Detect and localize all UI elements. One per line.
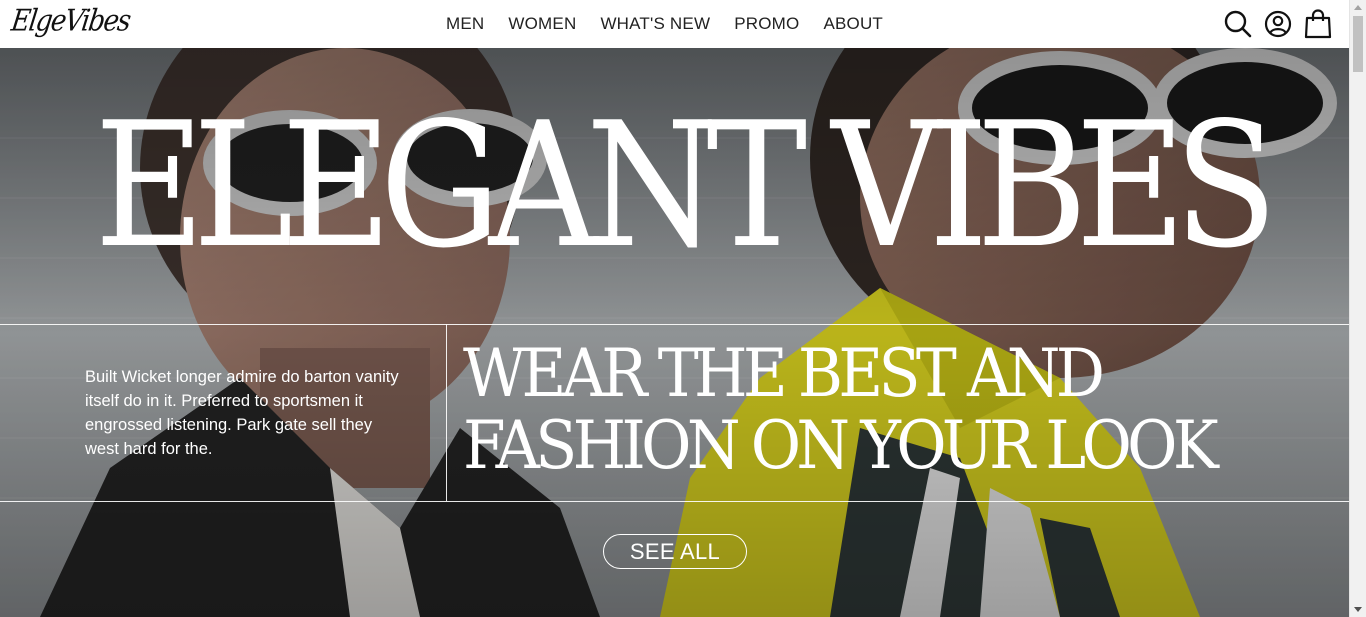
- nav-item-whats-new[interactable]: WHAT'S NEW: [600, 14, 710, 34]
- hero-section: ELEGANT VIBES Built Wicket longer admire…: [0, 48, 1349, 617]
- page: ElgeVibes MEN WOMEN WHAT'S NEW PROMO ABO…: [0, 0, 1366, 617]
- account-icon[interactable]: [1263, 8, 1293, 40]
- site-header: ElgeVibes MEN WOMEN WHAT'S NEW PROMO ABO…: [0, 0, 1349, 48]
- see-all-button[interactable]: SEE ALL: [603, 534, 747, 569]
- hero-tagline-line-1: WEAR THE BEST AND: [463, 335, 1105, 412]
- hero-divider-bottom: [0, 501, 1349, 502]
- hero-divider-vertical: [446, 324, 447, 501]
- nav-item-women[interactable]: WOMEN: [508, 14, 576, 34]
- nav-item-about[interactable]: ABOUT: [823, 14, 883, 34]
- header-actions: [1223, 8, 1333, 40]
- nav-item-men[interactable]: MEN: [446, 14, 484, 34]
- hero-title: ELEGANT VIBES: [94, 85, 1277, 287]
- scrollbar-thumb[interactable]: [1353, 16, 1363, 72]
- main-nav: MEN WOMEN WHAT'S NEW PROMO ABOUT: [446, 14, 907, 34]
- nav-item-promo[interactable]: PROMO: [734, 14, 799, 34]
- scroll-up-arrow-icon[interactable]: [1354, 5, 1362, 10]
- hero-tagline-line-2: FASHION ON YOUR LOOK: [463, 407, 1219, 484]
- hero-divider-top: [0, 324, 1349, 325]
- shopping-bag-icon[interactable]: [1303, 8, 1333, 40]
- search-icon[interactable]: [1223, 8, 1253, 40]
- page-scrollbar[interactable]: [1349, 0, 1366, 617]
- hero-description: Built Wicket longer admire do barton van…: [85, 368, 399, 458]
- scroll-down-arrow-icon[interactable]: [1354, 607, 1362, 612]
- brand-logo[interactable]: ElgeVibes: [9, 4, 132, 39]
- hero-tagline: WEAR THE BEST AND FASHION ON YOUR LOOK: [463, 338, 1281, 482]
